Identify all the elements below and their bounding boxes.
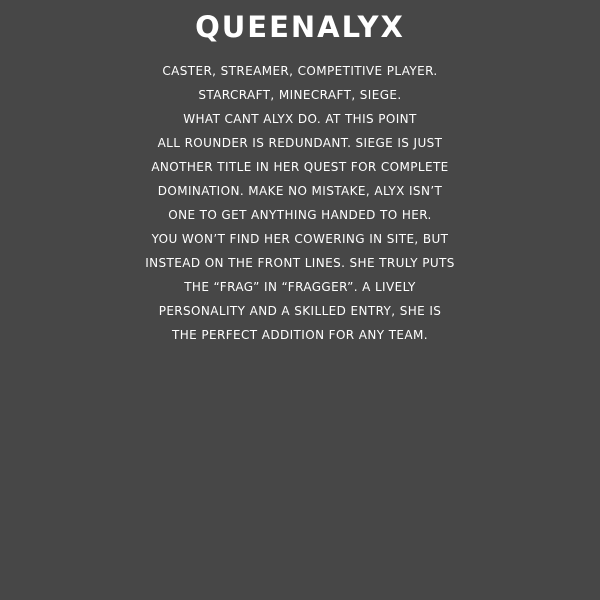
player-name-title: QUEENALYX <box>195 10 405 44</box>
bio-line: ONE TO GET ANYTHING HANDED TO HER. <box>168 208 432 222</box>
bio-line: DOMINATION. MAKE NO MISTAKE, ALYX ISN’T <box>157 184 443 198</box>
bio-line: THE “FRAG” IN “FRAGGER”. A LIVELY <box>184 280 416 294</box>
bio-line: THE PERFECT ADDITION FOR ANY TEAM. <box>172 328 428 342</box>
bio-line: ALL ROUNDER IS REDUNDANT. SIEGE IS JUST <box>157 136 443 150</box>
bio-line: YOU WON’T FIND HER COWERING IN SITE, BUT <box>151 232 449 246</box>
bio-line: ANOTHER TITLE IN HER QUEST FOR COMPLETE <box>151 160 449 174</box>
bio-line: INSTEAD ON THE FRONT LINES. SHE TRULY PU… <box>145 256 455 270</box>
bio-line: WHAT CANT ALYX DO. AT THIS POINT <box>183 112 417 126</box>
bio-line: CASTER, STREAMER, COMPETITIVE PLAYER. <box>162 64 438 78</box>
bio-line: PERSONALITY AND A SKILLED ENTRY, SHE IS <box>158 304 442 318</box>
player-bio: CASTER, STREAMER, COMPETITIVE PLAYER. ST… <box>0 59 600 347</box>
bio-line: STARCRAFT, MINECRAFT, SIEGE. <box>198 88 402 102</box>
player-bio-card: QUEENALYX CASTER, STREAMER, COMPETITIVE … <box>0 0 600 600</box>
